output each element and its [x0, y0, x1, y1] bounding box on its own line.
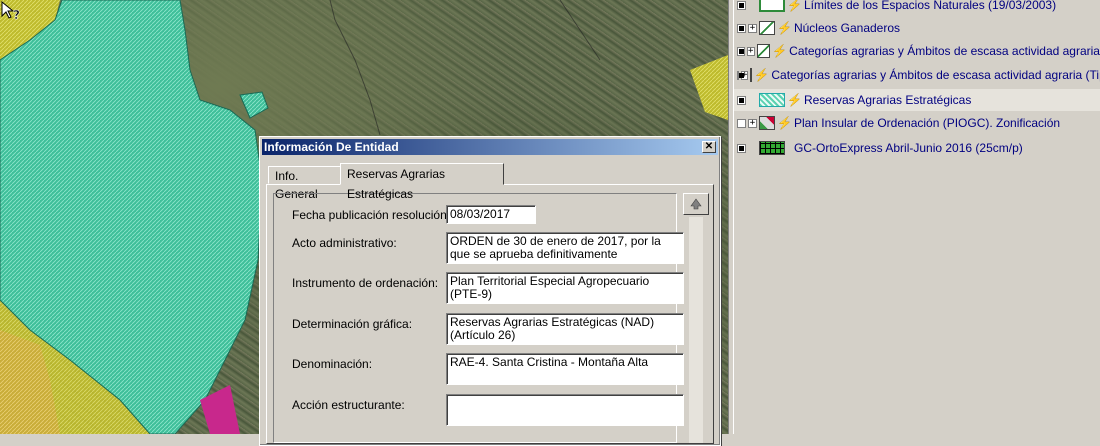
layer-visibility-checkbox[interactable] [737, 143, 746, 153]
lightning-icon: ⚡ [777, 116, 792, 130]
layer-label: Plan Insular de Ordenación (PIOGC). Zoni… [793, 116, 1061, 130]
polygon-outline-legend-icon [759, 0, 785, 12]
lightning-icon: ⚡ [787, 0, 802, 12]
field-label-acto: Acto administrativo: [292, 236, 397, 250]
polygon-legend-icon [750, 68, 753, 82]
svg-text:?: ? [13, 8, 20, 22]
layer-label: Categorías agrarias y Ámbitos de escasa … [771, 68, 1100, 82]
scroll-track[interactable] [689, 217, 703, 443]
scroll-up-button[interactable] [683, 193, 709, 215]
expand-plus-icon[interactable]: + [746, 46, 755, 56]
layer-row-reservas-agrarias[interactable]: ⚡ Reservas Agrarias Estratégicas [734, 89, 1100, 111]
layer-row-piogc-zonificacion[interactable]: + ⚡ Plan Insular de Ordenación (PIOGC). … [734, 112, 1100, 134]
arrow-up-icon [690, 198, 702, 210]
lightning-icon: ⚡ [787, 93, 802, 107]
polygon-legend-icon [759, 116, 775, 130]
field-determinacion-grafica[interactable]: Reservas Agrarias Estratégicas (NAD) (Ar… [446, 313, 684, 345]
field-label-denominacion: Denominación: [292, 357, 373, 371]
lightning-icon: ⚡ [772, 44, 788, 58]
field-acto-administrativo[interactable]: ORDEN de 30 de enero de 2017, por la que… [446, 232, 684, 264]
field-accion-estructurante[interactable] [446, 394, 684, 426]
fields-scroll-area: Fecha publicación resolución: 08/03/2017… [273, 193, 684, 443]
field-instrumento-ordenacion[interactable]: Plan Territorial Especial Agropecuario (… [446, 272, 684, 304]
field-denominacion[interactable]: RAE-4. Santa Cristina - Montaña Alta [446, 353, 684, 385]
help-cursor-icon: ? [1, 0, 20, 22]
tab-reservas-agrarias[interactable]: Reservas Agrarias Estratégicas [340, 163, 504, 201]
field-label-instrumento: Instrumento de ordenación: [292, 276, 439, 290]
expand-plus-icon[interactable]: + [748, 118, 757, 128]
entity-info-dialog: Información De Entidad ✕ Info. General R… [259, 136, 721, 446]
layer-row-ortoexpress[interactable]: GC-OrtoExpress Abril-Junio 2016 (25cm/p) [734, 137, 1100, 159]
layer-visibility-checkbox[interactable] [737, 46, 745, 56]
layer-label: GC-OrtoExpress Abril-Junio 2016 (25cm/p) [794, 141, 1023, 155]
expand-plus-icon[interactable]: + [748, 23, 757, 33]
layer-row-espacios-naturales[interactable]: ⚡ Límites de los Espacios Naturales (19/… [734, 0, 1100, 16]
layer-row-categorias-agrarias-tipos[interactable]: + ⚡ Categorías agrarias y Ámbitos de esc… [734, 64, 1100, 86]
layer-visibility-checkbox[interactable] [737, 118, 746, 128]
field-label-determinacion: Determinación gráfica: [292, 317, 413, 331]
lightning-icon: ⚡ [754, 68, 770, 82]
layer-label: Reservas Agrarias Estratégicas [803, 93, 972, 107]
lightning-icon: ⚡ [777, 21, 792, 35]
vertical-scrollbar[interactable] [683, 193, 709, 443]
layer-row-nucleos-ganaderos[interactable]: + ⚡ Núcleos Ganaderos [734, 17, 1100, 39]
field-fecha-publicacion[interactable]: 08/03/2017 [446, 205, 536, 224]
yellow-zone-right [690, 55, 728, 120]
layer-visibility-checkbox[interactable] [737, 70, 744, 80]
close-icon: ✕ [704, 141, 714, 152]
dialog-title: Información De Entidad [264, 140, 399, 154]
layer-label: Categorías agrarias y Ámbitos de escasa … [789, 44, 1100, 58]
polygon-legend-icon [759, 21, 775, 35]
hatch-legend-icon [759, 93, 785, 107]
layer-visibility-checkbox[interactable] [737, 0, 746, 10]
layer-row-categorias-agrarias[interactable]: + ⚡ Categorías agrarias y Ámbitos de esc… [734, 40, 1100, 62]
raster-legend-icon [759, 141, 785, 155]
tab-panel: Fecha publicación resolución: 08/03/2017… [266, 184, 714, 444]
close-button[interactable]: ✕ [702, 141, 716, 153]
dialog-titlebar[interactable]: Información De Entidad ✕ [262, 139, 718, 155]
polygon-legend-icon [756, 44, 771, 58]
layer-label: Límites de los Espacios Naturales (19/03… [803, 0, 1057, 12]
layer-visibility-checkbox[interactable] [737, 95, 746, 105]
field-label-accion: Acción estructurante: [292, 398, 405, 412]
tab-info-general[interactable]: Info. General [268, 166, 342, 201]
layer-visibility-checkbox[interactable] [737, 23, 746, 33]
field-label-fecha: Fecha publicación resolución: [292, 208, 451, 222]
layer-list: ⚡ Límites de los Espacios Naturales (19/… [734, 0, 1100, 434]
layer-label: Núcleos Ganaderos [793, 21, 901, 35]
